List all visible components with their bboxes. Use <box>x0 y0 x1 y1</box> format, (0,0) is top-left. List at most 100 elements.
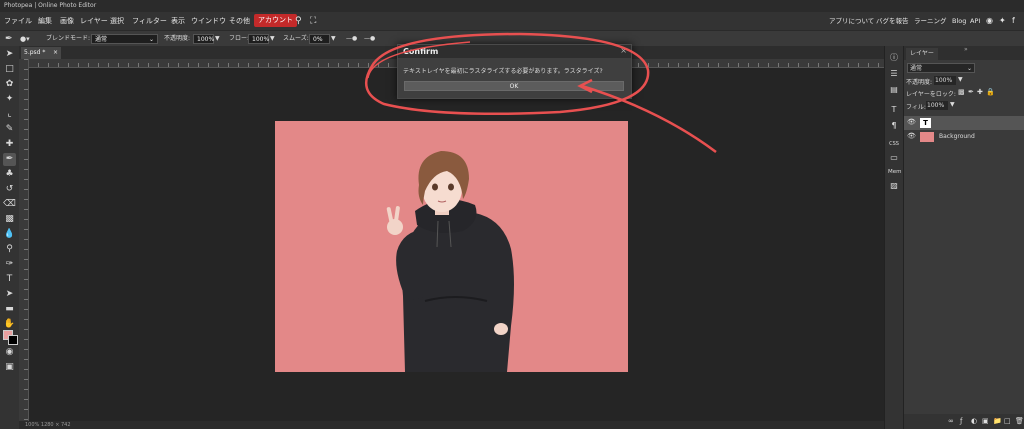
search-icon[interactable]: ⚲ <box>295 12 302 30</box>
collapse-icon[interactable]: » <box>964 46 968 53</box>
menu-select[interactable]: 選択 <box>110 12 124 30</box>
document-canvas[interactable] <box>275 121 628 372</box>
link-about[interactable]: アプリについて <box>829 12 874 30</box>
image-panel-icon[interactable]: ▨ <box>888 180 900 192</box>
folder-icon[interactable]: 📁 <box>993 417 1002 425</box>
eye-icon[interactable]: 👁 <box>907 118 916 126</box>
menu-account[interactable]: アカウント <box>254 14 297 27</box>
menu-filter[interactable]: フィルター <box>132 12 167 30</box>
menu-file[interactable]: ファイル <box>4 12 32 30</box>
smooth-dropdown-icon[interactable]: ▼ <box>331 31 336 47</box>
dodge-tool-icon[interactable]: ⚲ <box>3 243 16 256</box>
background-color-swatch[interactable] <box>8 335 18 345</box>
brush-panel-icon[interactable]: ▭ <box>888 152 900 164</box>
flow-field[interactable]: 100% <box>248 34 269 44</box>
screen-mode-icon[interactable]: ▣ <box>3 361 16 374</box>
menu-more[interactable]: その他 <box>229 12 250 30</box>
twitter-icon[interactable]: ✦ <box>999 12 1006 30</box>
character-illustration <box>386 151 514 372</box>
fullscreen-icon[interactable]: ⛶ <box>310 12 316 30</box>
airbrush-icon[interactable]: —● <box>346 31 357 47</box>
trash-icon[interactable]: 🗑 <box>1015 417 1024 425</box>
close-icon[interactable]: × <box>53 47 58 59</box>
layer-style-icon[interactable]: ƒ <box>960 417 962 425</box>
css-panel-label[interactable]: CSS <box>888 138 900 150</box>
opacity-field[interactable]: 100% <box>193 34 214 44</box>
smooth-label: スムーズ: <box>283 35 309 42</box>
mask-icon[interactable]: ▣ <box>982 417 989 425</box>
text-tool-icon[interactable]: T <box>3 273 16 286</box>
magic-wand-icon[interactable]: ✦ <box>3 93 16 106</box>
info-icon[interactable]: ⓘ <box>888 52 900 64</box>
layer-opacity-dropdown-icon[interactable]: ▼ <box>958 76 963 83</box>
shape-tool-icon[interactable]: ▬ <box>3 303 16 316</box>
layer-opacity-field[interactable]: 100% <box>934 76 956 85</box>
adjustment-layer-icon[interactable]: ◐ <box>971 417 977 425</box>
flow-dropdown-icon[interactable]: ▼ <box>270 31 275 47</box>
new-layer-icon[interactable]: □ <box>1004 417 1011 425</box>
crop-tool-icon[interactable]: ⌞ <box>3 108 16 121</box>
layer-row[interactable]: 👁 T <box>904 116 1024 130</box>
link-blog[interactable]: Blog <box>952 12 966 30</box>
link-bug[interactable]: バグを報告 <box>876 12 909 30</box>
link-learning[interactable]: ラーニング <box>914 12 947 30</box>
dialog-message: テキストレイヤを最初にラスタライズする必要があります。ラスタライズ? <box>403 68 603 75</box>
opacity-dropdown-icon[interactable]: ▼ <box>215 31 220 47</box>
tab-layers[interactable]: レイヤー <box>906 48 938 60</box>
blend-mode-select[interactable]: 通常 ⌄ <box>91 34 158 44</box>
blur-tool-icon[interactable]: 💧 <box>3 228 16 241</box>
fill-dropdown-icon[interactable]: ▼ <box>950 101 955 108</box>
confirm-dialog: Confirm × テキストレイヤを最初にラスタライズする必要があります。ラスタ… <box>397 44 632 99</box>
healing-tool-icon[interactable]: ✚ <box>3 138 16 151</box>
tab-label: 5.psd * <box>24 49 46 56</box>
path-select-icon[interactable]: ➤ <box>3 288 16 301</box>
link-api[interactable]: API <box>970 12 980 30</box>
close-icon[interactable]: × <box>620 46 627 55</box>
move-tool-icon[interactable]: ➤ <box>3 48 16 61</box>
layer-blend-value: 通常 <box>910 65 923 72</box>
brush-tool-icon[interactable]: ✒ <box>3 153 16 166</box>
eraser-tool-icon[interactable]: ⌫ <box>3 198 16 211</box>
opacity-label: 不透明度: <box>164 35 191 42</box>
paragraph-icon[interactable]: ¶ <box>888 120 900 132</box>
brush-preset-icon[interactable]: ●▾ <box>20 31 30 47</box>
history-brush-icon[interactable]: ↺ <box>3 183 16 196</box>
link-layers-icon[interactable]: ∞ <box>948 417 954 425</box>
facebook-icon[interactable]: f <box>1012 12 1015 30</box>
character-icon[interactable]: T <box>888 104 900 116</box>
brush-tool-icon[interactable]: ✒ <box>5 31 13 47</box>
adjustments-icon[interactable]: ▤ <box>888 84 900 96</box>
menu-edit[interactable]: 編集 <box>38 12 52 30</box>
tab-document[interactable]: 5.psd * × <box>21 47 61 59</box>
chevron-down-icon: ⌄ <box>966 65 972 72</box>
reddit-icon[interactable]: ◉ <box>986 12 993 30</box>
layer-blend-select[interactable]: 通常 ⌄ <box>907 63 975 73</box>
stamp-tool-icon[interactable]: ♣ <box>3 168 16 181</box>
menu-layer[interactable]: レイヤー <box>80 12 108 30</box>
panel-icon-strip: ⓘ ☰ ▤ T ¶ CSS ▭ Mem ▨ <box>884 46 903 429</box>
fill-field[interactable]: 100% <box>926 101 948 110</box>
lock-label: レイヤーをロック: <box>906 91 956 98</box>
smooth-field[interactable]: 0% <box>309 34 330 44</box>
lasso-tool-icon[interactable]: ✿ <box>3 78 16 91</box>
memory-panel-label[interactable]: Mem <box>888 166 902 178</box>
lock-icon[interactable]: 🔒 <box>986 88 995 96</box>
ok-button[interactable]: OK <box>404 81 624 91</box>
eye-icon[interactable]: 👁 <box>907 132 916 140</box>
layer-row[interactable]: 👁 Background <box>904 130 1024 144</box>
pressure-icon[interactable]: —● <box>364 31 375 47</box>
marquee-tool-icon[interactable]: □ <box>3 63 16 76</box>
dialog-title: Confirm <box>398 45 631 58</box>
text-layer-icon: T <box>920 118 931 128</box>
lock-paint-icon[interactable]: ✒ <box>968 88 974 96</box>
properties-icon[interactable]: ☰ <box>888 68 900 80</box>
menu-image[interactable]: 画像 <box>60 12 74 30</box>
eyedropper-icon[interactable]: ✎ <box>3 123 16 136</box>
quick-mask-icon[interactable]: ◉ <box>3 346 16 359</box>
gradient-tool-icon[interactable]: ▩ <box>3 213 16 226</box>
lock-move-icon[interactable]: ✚ <box>977 88 983 96</box>
lock-transparency-icon[interactable]: ▩ <box>958 88 965 96</box>
menu-view[interactable]: 表示 <box>171 12 185 30</box>
pen-tool-icon[interactable]: ✑ <box>3 258 16 271</box>
menu-window[interactable]: ウインドウ <box>191 12 226 30</box>
